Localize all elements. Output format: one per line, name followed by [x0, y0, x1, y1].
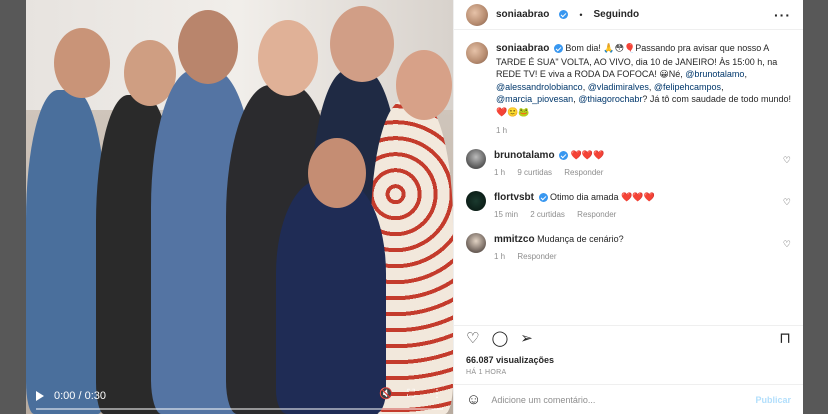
commenter-username[interactable]: brunotalamo: [494, 150, 555, 161]
commenter-avatar[interactable]: [466, 149, 486, 169]
more-options-icon[interactable]: ···: [774, 7, 791, 23]
comment-like-icon[interactable]: ♡: [783, 155, 791, 166]
comment-like-icon[interactable]: ♡: [783, 197, 791, 208]
publish-button[interactable]: Publicar: [755, 395, 791, 405]
verified-icon: [553, 44, 563, 54]
play-icon[interactable]: [36, 391, 44, 401]
video-player[interactable]: 0:00 / 0:30 🔇 ⛶ ⋮: [26, 0, 453, 414]
verified-icon: [538, 193, 548, 203]
caption-meta: 1 h: [496, 126, 791, 135]
comment-like-icon[interactable]: ♡: [783, 239, 791, 250]
reply-button[interactable]: Responder: [577, 210, 616, 219]
commenter-avatar[interactable]: [466, 233, 486, 253]
comment-time[interactable]: 15 min: [494, 210, 518, 219]
comment-likes[interactable]: 9 curtidas: [517, 168, 552, 177]
mention-link[interactable]: @felipehcampos: [654, 82, 721, 92]
reply-button[interactable]: Responder: [517, 252, 556, 261]
mute-icon[interactable]: 🔇: [379, 388, 393, 400]
post-modal: 0:00 / 0:30 🔇 ⛶ ⋮ soniaabrao • Seguindo …: [26, 0, 803, 414]
comment-likes[interactable]: 2 curtidas: [530, 210, 565, 219]
video-time: 0:00 / 0:30: [54, 390, 106, 402]
view-count[interactable]: 66.087 visualizações: [454, 351, 803, 365]
comment-text: Mudança de cenário?: [537, 234, 624, 244]
comment-time[interactable]: 1 h: [494, 168, 505, 177]
video-progress-bar[interactable]: [36, 408, 443, 410]
following-status[interactable]: Seguindo: [594, 9, 640, 20]
mention-link[interactable]: @marcia_piovesan: [496, 94, 573, 104]
post-timestamp[interactable]: HÁ 1 HORA: [454, 365, 803, 384]
comment-text: Otimo dia amada ❤️❤️❤️: [550, 192, 655, 202]
add-comment-bar: ☺ Publicar: [454, 384, 803, 414]
author-avatar[interactable]: [466, 42, 488, 64]
post-header: soniaabrao • Seguindo ···: [454, 0, 803, 30]
commenter-username[interactable]: flortvsbt: [494, 192, 534, 203]
comments-section[interactable]: soniaabrao Bom dia! 🙏😳🎈Passando pra avis…: [454, 30, 803, 325]
separator-dot: •: [579, 9, 583, 20]
emoji-icon[interactable]: ☺: [466, 391, 481, 408]
mention-link[interactable]: @thiagorochabr: [578, 94, 642, 104]
caption: soniaabrao Bom dia! 🙏😳🎈Passando pra avis…: [466, 42, 791, 118]
comment-icon[interactable]: ◯: [491, 331, 508, 346]
reply-button[interactable]: Responder: [564, 168, 603, 177]
comment-input[interactable]: [491, 394, 746, 405]
author-avatar[interactable]: [466, 3, 488, 26]
author-username[interactable]: soniaabrao: [496, 9, 549, 20]
post-details-panel: soniaabrao • Seguindo ··· soniaabrao Bom…: [453, 0, 803, 414]
mention-link[interactable]: @vladimiralves: [588, 82, 649, 92]
video-more-icon[interactable]: ⋮: [431, 388, 443, 400]
comment-time[interactable]: 1 h: [494, 252, 505, 261]
commenter-username[interactable]: mmitzco: [494, 234, 535, 245]
video-person: [26, 90, 106, 414]
bookmark-icon[interactable]: ⊓: [779, 331, 791, 346]
heart-icon[interactable]: ♡: [466, 331, 479, 346]
verified-icon: [559, 151, 569, 161]
fullscreen-icon[interactable]: ⛶: [405, 388, 417, 400]
mention-link[interactable]: @brunotalamo: [685, 69, 744, 79]
comment-text: ❤️❤️❤️: [570, 150, 605, 160]
caption-username[interactable]: soniaabrao: [496, 43, 549, 54]
commenter-avatar[interactable]: [466, 191, 486, 211]
comment-item: flortvsbt Otimo dia amada ❤️❤️❤️ 15 min …: [466, 191, 791, 219]
share-icon[interactable]: ➢: [520, 331, 533, 346]
caption-time[interactable]: 1 h: [496, 126, 507, 135]
verified-icon: [559, 10, 569, 19]
comment-item: mmitzco Mudança de cenário? 1 h Responde…: [466, 233, 791, 261]
post-actions: ♡ ◯ ➢ ⊓: [454, 325, 803, 351]
comment-item: brunotalamo ❤️❤️❤️ 1 h 9 curtidas Respon…: [466, 149, 791, 177]
mention-link[interactable]: @alessandrolobianco: [496, 82, 583, 92]
